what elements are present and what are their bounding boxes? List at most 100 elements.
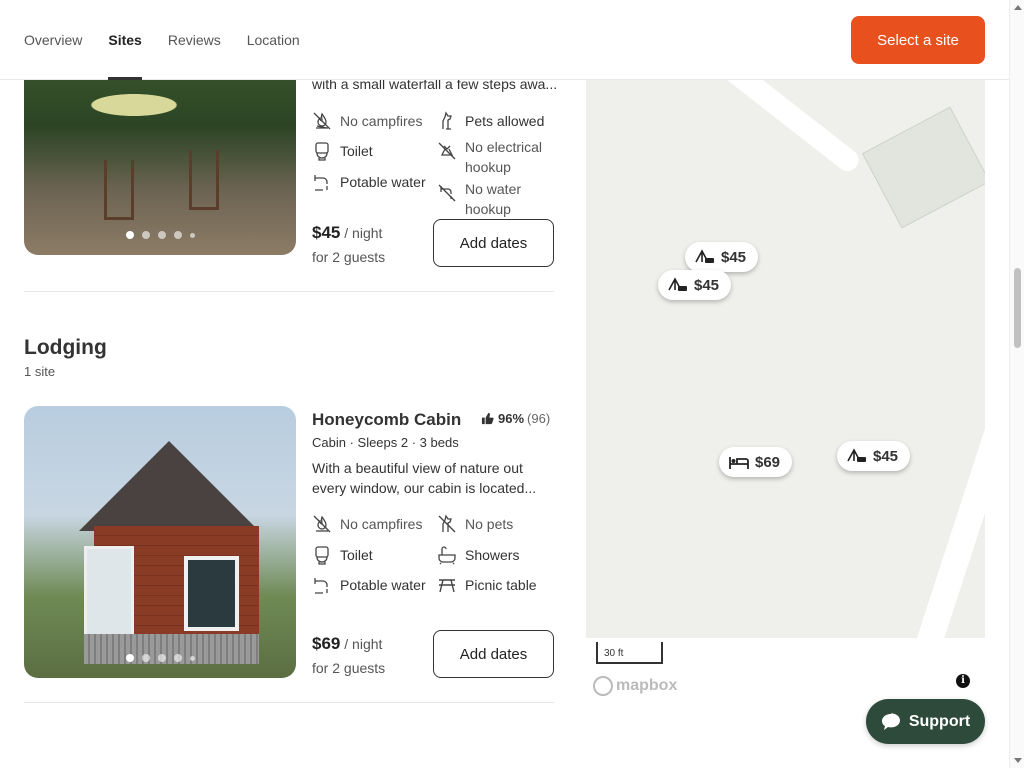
add-dates-button[interactable]: Add dates <box>433 219 554 267</box>
tent-car-icon <box>695 249 714 263</box>
no-campfire-icon <box>313 515 331 533</box>
map-pin[interactable]: $69 <box>719 447 793 477</box>
toilet-icon <box>315 142 329 161</box>
no-electric-icon <box>438 142 456 160</box>
carousel-dot[interactable] <box>141 231 150 239</box>
pin-price: $45 <box>721 248 747 266</box>
amenity-item: Toilet <box>312 141 373 161</box>
site-map[interactable]: $45 $45 $69 $45 <box>586 80 985 638</box>
pin-price: $45 <box>694 276 720 294</box>
guest-count: for 2 guests <box>312 660 386 676</box>
faucet-icon <box>314 578 328 594</box>
amenity-item: Toilet <box>312 545 373 565</box>
scrollbar[interactable] <box>1009 0 1024 768</box>
section-title: Lodging <box>24 336 107 359</box>
add-dates-button[interactable]: Add dates <box>433 630 554 678</box>
map-pin[interactable]: $45 <box>685 242 759 272</box>
faucet-icon <box>314 175 328 191</box>
amenity-item: No campfires <box>312 514 422 534</box>
amenity-item: No campfires <box>312 111 422 131</box>
scroll-down-arrow-icon[interactable] <box>1014 758 1022 763</box>
carousel-dot[interactable] <box>125 231 134 239</box>
description-line: With a beautiful view of nature out <box>312 460 523 476</box>
amenity-label: No campfires <box>340 113 423 129</box>
tab-sites[interactable]: Sites <box>108 0 143 80</box>
pin-price: $69 <box>755 453 781 471</box>
amenity-item: Potable water <box>312 172 426 192</box>
amenity-item: Picnic table <box>437 575 537 595</box>
map-pin[interactable]: $45 <box>837 441 911 471</box>
carousel-dots <box>24 231 296 239</box>
amenity-label: No pets <box>465 516 514 532</box>
guest-count: for 2 guests <box>312 249 386 265</box>
support-button[interactable]: Support <box>866 699 985 744</box>
bed-icon <box>729 457 749 469</box>
site-list: with a small waterfall a few steps awa..… <box>0 0 586 768</box>
amenity-item: Potable water <box>312 575 426 595</box>
section-tabs: Overview Sites Reviews Location <box>24 0 326 80</box>
amenity-item: No electrical hookup <box>437 137 555 177</box>
amenity-label: Toilet <box>340 143 373 159</box>
photo-detail <box>84 546 134 646</box>
carousel-dot[interactable] <box>173 231 182 239</box>
divider <box>24 702 554 703</box>
site-price: $45 / night <box>312 221 382 245</box>
rating-percent: 96% <box>498 411 525 426</box>
map-pin[interactable]: $45 <box>658 270 732 300</box>
photo-detail <box>79 441 259 531</box>
amenity-label: No water hookup <box>465 181 522 217</box>
photo-detail <box>184 556 239 631</box>
price-unit: / night <box>344 225 383 241</box>
scrollbar-thumb[interactable] <box>1014 268 1021 348</box>
scroll-up-arrow-icon[interactable] <box>1014 5 1022 10</box>
amenity-item: No water hookup <box>437 179 555 219</box>
amenity-item: Showers <box>437 545 519 565</box>
tab-reviews[interactable]: Reviews <box>168 0 221 80</box>
mapbox-wordmark: mapbox <box>616 677 678 694</box>
carousel-dot[interactable] <box>125 654 134 662</box>
map-road <box>676 80 863 176</box>
info-icon[interactable]: i <box>956 674 970 688</box>
picnic-table-icon <box>439 579 455 593</box>
site-description: With a beautiful view of nature out ever… <box>312 458 554 498</box>
rating-count: (96) <box>527 411 551 426</box>
pin-price: $45 <box>873 447 899 465</box>
price-value: $69 <box>312 634 341 653</box>
divider <box>24 291 554 292</box>
carousel-dot[interactable] <box>141 654 150 662</box>
chat-bubble-icon <box>881 712 900 730</box>
site-price: $69 / night <box>312 632 382 656</box>
tent-car-icon <box>847 448 866 462</box>
carousel-dot[interactable] <box>157 654 166 662</box>
site-name[interactable]: Honeycomb Cabin <box>312 410 461 430</box>
pet-icon <box>442 111 452 130</box>
top-nav: Overview Sites Reviews Location Select a… <box>0 0 1009 80</box>
select-site-button[interactable]: Select a site <box>851 16 985 64</box>
mapbox-logo[interactable]: mapbox <box>593 676 677 696</box>
tent-car-icon <box>668 277 687 291</box>
amenity-label: No campfires <box>340 516 423 532</box>
tab-overview[interactable]: Overview <box>24 0 82 80</box>
tab-location[interactable]: Location <box>247 0 300 80</box>
amenity-label: No electrical hookup <box>465 139 543 175</box>
carousel-dot[interactable] <box>173 654 182 662</box>
site-photo-carousel[interactable] <box>24 406 296 678</box>
site-rating: 96% (96) <box>481 411 550 426</box>
carousel-dot[interactable] <box>189 232 195 238</box>
carousel-dot[interactable] <box>157 231 166 239</box>
carousel-dots <box>24 654 296 662</box>
site-meta: Cabin · Sleeps 2 · 3 beds <box>312 435 459 450</box>
carousel-dot[interactable] <box>189 655 195 661</box>
amenity-label: Showers <box>465 547 520 563</box>
amenity-item: Pets allowed <box>437 111 544 131</box>
amenity-label: Pets allowed <box>465 113 545 129</box>
support-label: Support <box>908 712 971 730</box>
price-unit: / night <box>344 636 383 652</box>
mapbox-logo-icon <box>593 676 613 696</box>
amenity-label: Toilet <box>340 547 373 563</box>
description-line: every window, our cabin is located... <box>312 480 537 496</box>
price-value: $45 <box>312 223 341 242</box>
photo-detail <box>104 160 134 220</box>
photo-detail <box>189 150 219 210</box>
no-campfire-icon <box>313 112 331 130</box>
